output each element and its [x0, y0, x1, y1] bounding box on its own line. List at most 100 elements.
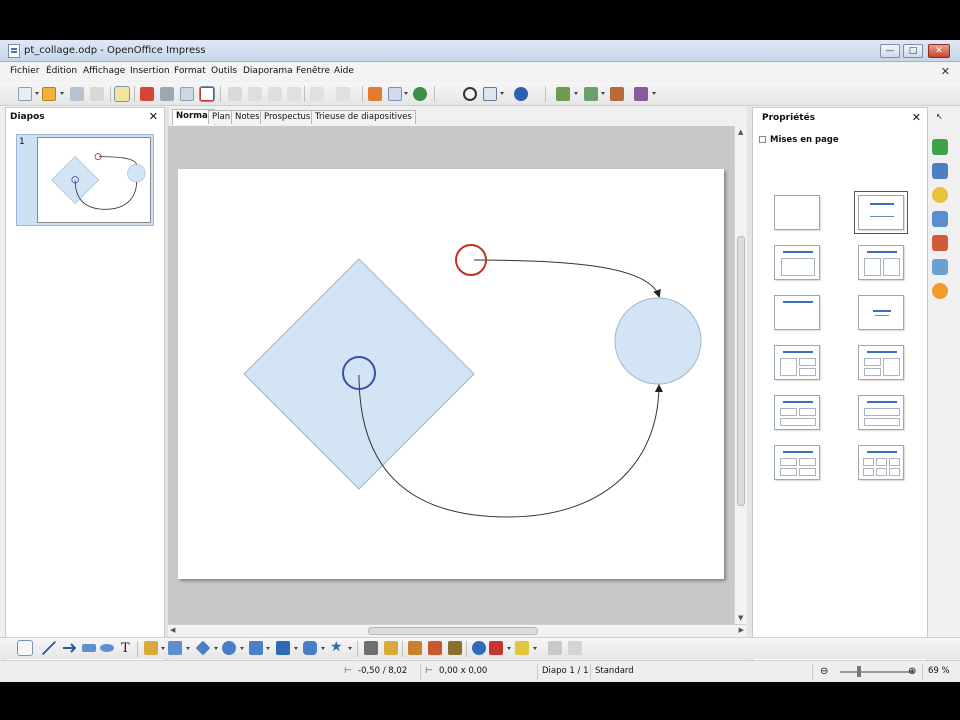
- menu-fenetre[interactable]: Fenêtre: [296, 66, 330, 76]
- print-icon[interactable]: [160, 87, 174, 101]
- chevron-down-icon[interactable]: [652, 92, 656, 95]
- scroll-right-icon[interactable]: ▶: [739, 626, 744, 634]
- chevron-down-icon[interactable]: [500, 92, 504, 95]
- slideshow-icon[interactable]: [634, 87, 648, 101]
- arrange-icon[interactable]: [548, 641, 562, 655]
- layout-title-only[interactable]: [774, 295, 820, 330]
- image-icon[interactable]: [408, 641, 422, 655]
- properties-close-icon[interactable]: ✕: [912, 111, 921, 124]
- slide-canvas[interactable]: [178, 169, 724, 579]
- save-icon[interactable]: [70, 87, 84, 101]
- slides-pane-close-icon[interactable]: ✕: [149, 110, 158, 123]
- layout-title-2content[interactable]: [858, 245, 904, 280]
- curve-icon[interactable]: [144, 641, 158, 655]
- tab-trieuse[interactable]: Trieuse de diapositives: [311, 110, 416, 124]
- slide-layout-icon[interactable]: [556, 87, 570, 101]
- status-master[interactable]: Standard: [595, 666, 634, 676]
- undo-icon[interactable]: [310, 87, 324, 101]
- animation-icon[interactable]: [489, 641, 503, 655]
- cut-icon[interactable]: [228, 87, 242, 101]
- open-icon[interactable]: [42, 87, 56, 101]
- spellcheck-icon[interactable]: [180, 87, 194, 101]
- presentation-icon[interactable]: [610, 87, 624, 101]
- chevron-down-icon[interactable]: [35, 92, 39, 95]
- slide-thumbnail-item[interactable]: 1: [16, 134, 154, 226]
- vertical-scrollbar[interactable]: ▲ ▼: [734, 126, 746, 624]
- ellipse-icon[interactable]: [100, 644, 114, 652]
- rectangle-icon[interactable]: [82, 644, 96, 652]
- menu-diaporama[interactable]: Diaporama: [243, 66, 293, 76]
- circle-shape[interactable]: [614, 297, 702, 385]
- layout-title-2content-content[interactable]: [774, 395, 820, 430]
- clone-icon[interactable]: [287, 87, 301, 101]
- connector-icon[interactable]: [168, 641, 182, 655]
- globe-icon[interactable]: [413, 87, 427, 101]
- chart-icon[interactable]: [368, 87, 382, 101]
- master-pages-deck-icon[interactable]: [932, 163, 948, 179]
- layouts-section-header[interactable]: Mises en page: [759, 135, 839, 145]
- select-icon[interactable]: [17, 640, 33, 656]
- navigator-deck-icon[interactable]: [932, 283, 948, 299]
- scroll-up-icon[interactable]: ▲: [738, 128, 743, 136]
- close-button[interactable]: ✕: [928, 44, 950, 58]
- zoom-icon[interactable]: [483, 87, 497, 101]
- copy-icon[interactable]: [248, 87, 262, 101]
- fontwork-icon[interactable]: [384, 641, 398, 655]
- scroll-down-icon[interactable]: ▼: [738, 614, 743, 622]
- close-document-icon[interactable]: ✕: [941, 65, 950, 78]
- glue-points-icon[interactable]: [568, 641, 582, 655]
- stars-icon[interactable]: ★: [330, 639, 343, 655]
- connector-top[interactable]: [473, 259, 661, 298]
- layout-title-2content-over[interactable]: [774, 345, 820, 380]
- gallery-icon[interactable]: [428, 641, 442, 655]
- slide-design-icon[interactable]: [584, 87, 598, 101]
- navigator-icon[interactable]: [463, 87, 477, 101]
- symbol-shapes-icon[interactable]: [222, 641, 236, 655]
- properties-deck-icon[interactable]: [932, 139, 948, 155]
- vertical-scroll-thumb[interactable]: [737, 236, 745, 506]
- horizontal-scroll-thumb[interactable]: [368, 627, 538, 635]
- chevron-down-icon[interactable]: [574, 92, 578, 95]
- menu-insertion[interactable]: Insertion: [130, 66, 170, 76]
- horizontal-scrollbar[interactable]: ◀ ▶: [168, 624, 746, 636]
- email-icon[interactable]: [90, 87, 104, 101]
- extrusion-icon[interactable]: [472, 641, 486, 655]
- menu-outils[interactable]: Outils: [211, 66, 237, 76]
- layout-blank[interactable]: [774, 195, 820, 230]
- zoom-slider[interactable]: [840, 671, 914, 673]
- slide-transition-deck-icon[interactable]: [932, 211, 948, 227]
- layout-title-4content[interactable]: [774, 445, 820, 480]
- new-icon[interactable]: [18, 87, 32, 101]
- layout-title-slide[interactable]: [854, 191, 908, 234]
- custom-animation-deck-icon[interactable]: [932, 187, 948, 203]
- styles-deck-icon[interactable]: [932, 235, 948, 251]
- help-icon[interactable]: [514, 87, 528, 101]
- tab-prospectus[interactable]: Prospectus: [260, 110, 315, 124]
- autospellcheck-icon[interactable]: [199, 86, 215, 102]
- arrow-icon[interactable]: [62, 641, 77, 655]
- tab-notes[interactable]: Notes: [231, 110, 264, 124]
- menu-edition[interactable]: Édition: [46, 66, 77, 76]
- paste-icon[interactable]: [268, 87, 282, 101]
- redo-icon[interactable]: [336, 87, 350, 101]
- scroll-left-icon[interactable]: ◀: [170, 626, 175, 634]
- menu-format[interactable]: Format: [174, 66, 206, 76]
- minimize-button[interactable]: —: [880, 44, 900, 58]
- gallery-deck-icon[interactable]: [932, 259, 948, 275]
- collapse-icon[interactable]: [759, 136, 766, 143]
- zoom-slider-handle[interactable]: [857, 666, 861, 677]
- layout-title-content-over[interactable]: [858, 395, 904, 430]
- chevron-down-icon[interactable]: [60, 92, 64, 95]
- layout-centered-text[interactable]: [858, 295, 904, 330]
- callouts-icon[interactable]: [303, 641, 317, 655]
- flowchart-icon[interactable]: [276, 641, 290, 655]
- menu-fichier[interactable]: Fichier: [10, 66, 39, 76]
- deck-menu-icon[interactable]: ↖: [936, 112, 943, 121]
- pdf-icon[interactable]: [140, 87, 154, 101]
- status-zoom[interactable]: 69 %: [928, 666, 950, 676]
- maximize-button[interactable]: □: [903, 44, 923, 58]
- menu-aide[interactable]: Aide: [334, 66, 354, 76]
- chevron-down-icon[interactable]: [404, 92, 408, 95]
- menu-affichage[interactable]: Affichage: [83, 66, 125, 76]
- block-arrows-icon[interactable]: [249, 641, 263, 655]
